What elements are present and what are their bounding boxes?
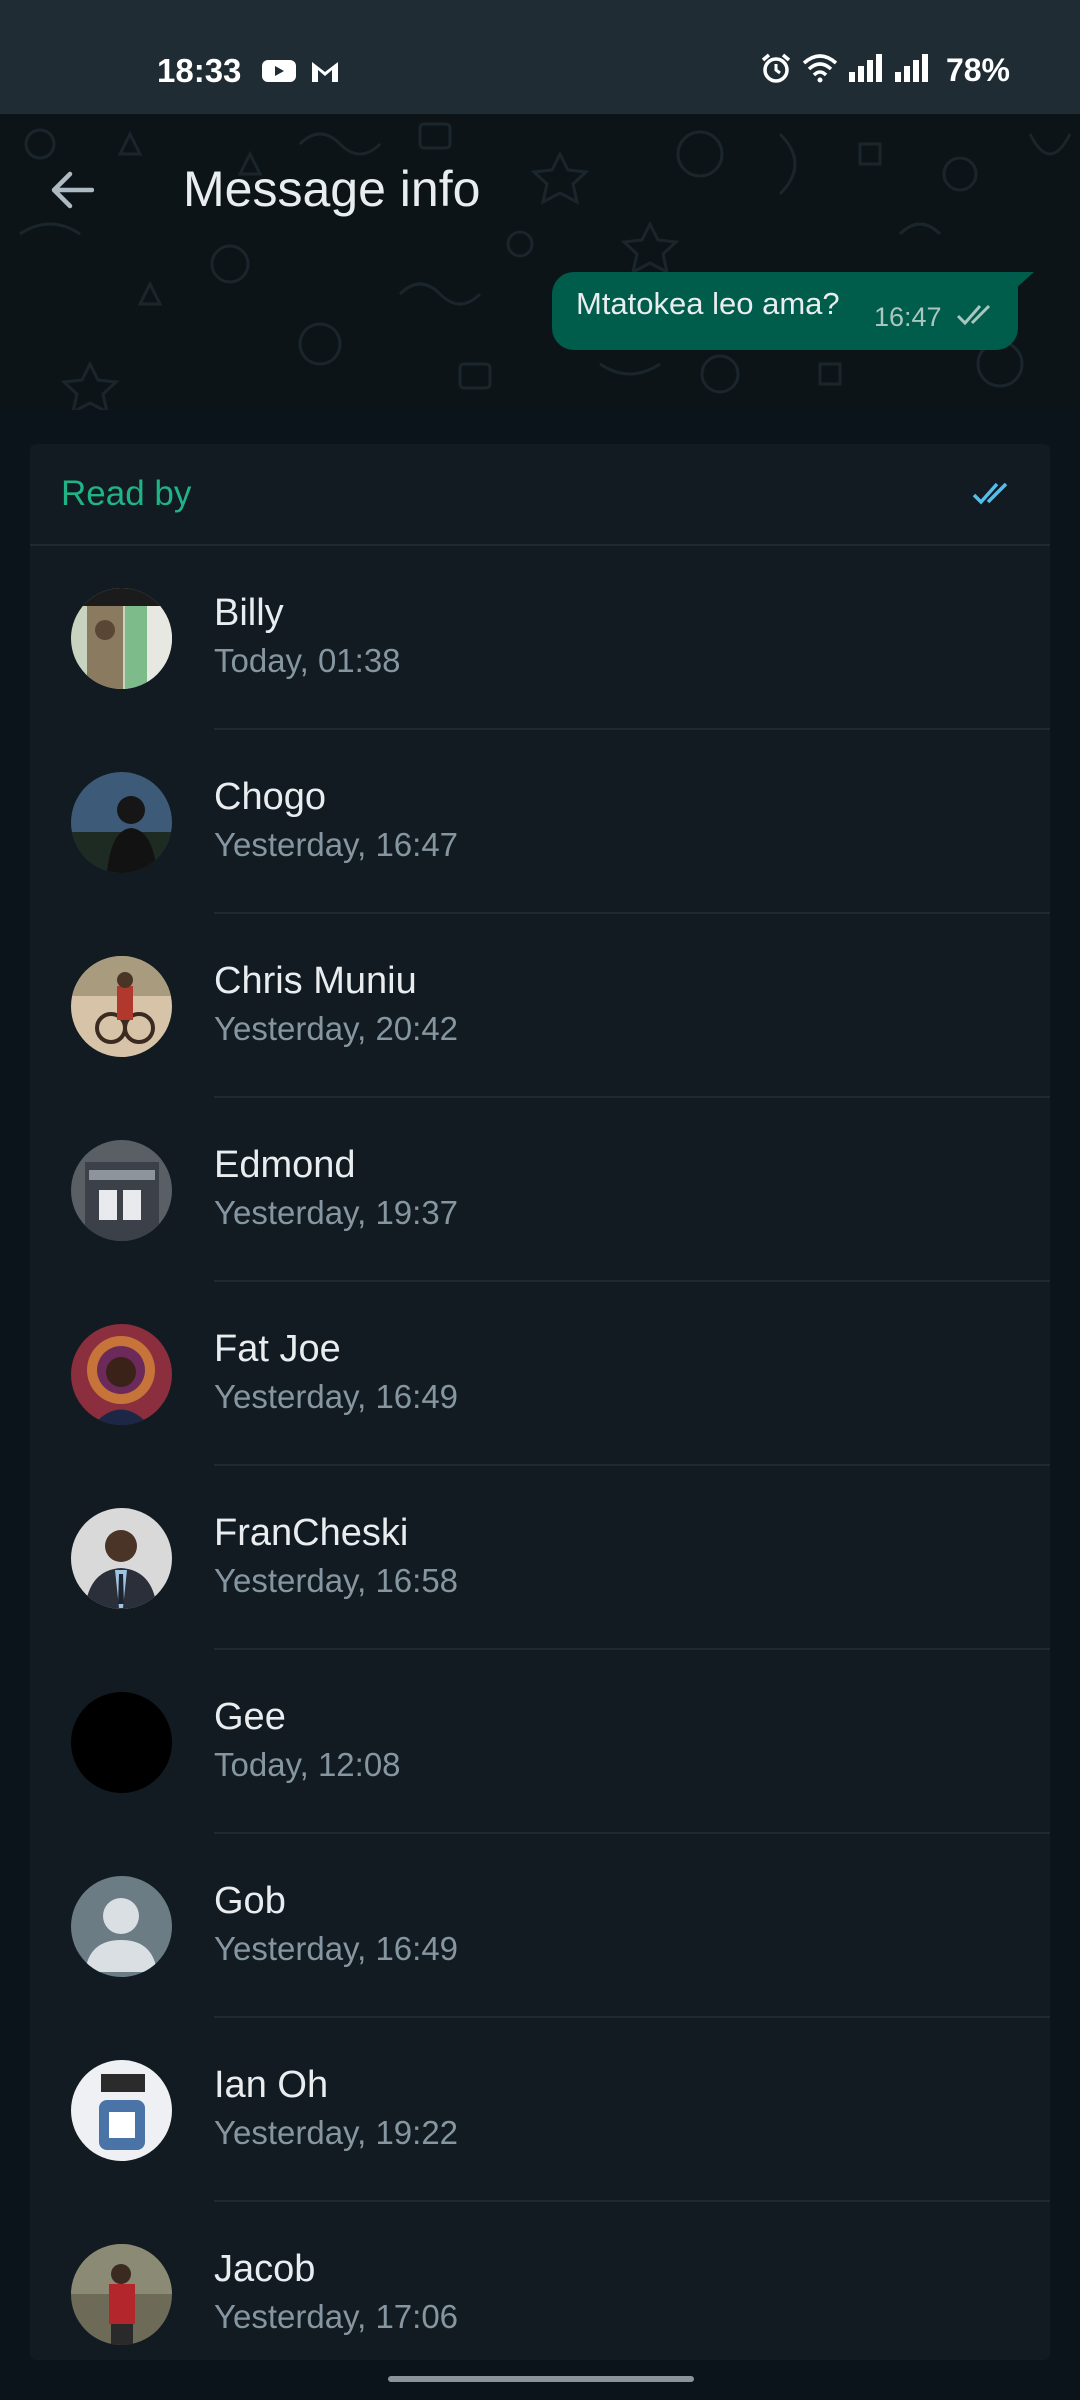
avatar[interactable] <box>71 588 172 689</box>
contact-row[interactable]: Chris Muniu Yesterday, 20:42 <box>30 914 1050 1098</box>
contact-row[interactable]: Gob Yesterday, 16:49 <box>30 1834 1050 2018</box>
read-by-label: Read by <box>61 474 192 513</box>
status-time: 18:33 <box>157 52 242 89</box>
message-bubble[interactable]: Mtatokea leo ama? 16:47 <box>552 272 1018 350</box>
contact-row[interactable]: Chogo Yesterday, 16:47 <box>30 730 1050 914</box>
contact-name: Chris Muniu <box>214 960 417 1002</box>
contact-row[interactable]: Jacob Yesterday, 17:06 <box>30 2202 1050 2360</box>
status-bar: 18:33 78% <box>0 0 1080 114</box>
read-time: Yesterday, 20:42 <box>214 1010 459 1047</box>
avatar[interactable] <box>71 2244 172 2345</box>
message-text: Mtatokea leo ama? <box>576 286 840 321</box>
contact-row[interactable]: Billy Today, 01:38 <box>30 546 1050 730</box>
contact-name: Ian Oh <box>214 2064 329 2106</box>
avatar[interactable] <box>71 1508 172 1609</box>
avatar[interactable] <box>71 1140 172 1241</box>
message-time: 16:47 <box>874 302 942 332</box>
contact-name: Fat Joe <box>214 1328 341 1370</box>
read-time: Yesterday, 16:47 <box>214 826 459 863</box>
youtube-icon <box>262 58 296 89</box>
back-button[interactable] <box>40 158 104 222</box>
double-check-icon <box>956 302 1000 333</box>
signal-icon <box>848 54 884 87</box>
avatar[interactable] <box>71 2060 172 2161</box>
read-time: Today, 12:08 <box>214 1746 401 1783</box>
read-time: Yesterday, 16:49 <box>214 1930 459 1967</box>
read-by-header: Read by <box>30 444 1050 546</box>
blue-double-check-icon <box>972 480 1016 513</box>
read-time: Yesterday, 19:37 <box>214 1194 459 1231</box>
read-time: Today, 01:38 <box>214 642 401 679</box>
wallpaper-doodles <box>19 122 1072 410</box>
avatar[interactable] <box>71 1876 172 1977</box>
notification-icons <box>262 58 340 89</box>
contact-name: Gee <box>214 1696 286 1738</box>
contact-name: Chogo <box>214 776 326 818</box>
read-by-card: Read by Billy Today, 01:38 Chogo Yesterd… <box>30 444 1050 2360</box>
avatar[interactable] <box>71 1324 172 1425</box>
battery-level: 78% <box>945 52 1010 88</box>
message-info-header: Message info Mtatokea leo ama? 16:47 <box>0 114 1080 410</box>
read-time: Yesterday, 16:49 <box>214 1378 459 1415</box>
read-time: Yesterday, 16:58 <box>214 1562 459 1599</box>
contact-name: Edmond <box>214 1144 356 1186</box>
alarm-icon <box>760 52 792 89</box>
read-time: Yesterday, 19:22 <box>214 2114 459 2151</box>
gmail-icon <box>310 58 340 89</box>
contact-name: FranCheski <box>214 1512 409 1554</box>
page-title: Message info <box>183 161 481 217</box>
contact-name: Billy <box>214 592 284 634</box>
home-indicator[interactable] <box>388 2376 694 2382</box>
read-time: Yesterday, 17:06 <box>214 2298 459 2335</box>
contact-row[interactable]: FranCheski Yesterday, 16:58 <box>30 1466 1050 1650</box>
wifi-icon <box>802 53 838 88</box>
avatar[interactable] <box>71 956 172 1057</box>
bubble-tail <box>1014 272 1034 290</box>
avatar[interactable] <box>71 772 172 873</box>
contact-name: Gob <box>214 1880 286 1922</box>
contact-name: Jacob <box>214 2248 316 2290</box>
avatar[interactable] <box>71 1692 172 1793</box>
signal-icon <box>894 54 930 87</box>
message-info-screen: 18:33 78% Message info Mtatokea leo ama?… <box>0 0 1080 2400</box>
contact-row[interactable]: Gee Today, 12:08 <box>30 1650 1050 1834</box>
contact-row[interactable]: Ian Oh Yesterday, 19:22 <box>30 2018 1050 2202</box>
contact-row[interactable]: Edmond Yesterday, 19:37 <box>30 1098 1050 1282</box>
system-icons: 78% <box>760 52 1010 89</box>
contact-row[interactable]: Fat Joe Yesterday, 16:49 <box>30 1282 1050 1466</box>
arrow-left-icon <box>51 171 94 209</box>
